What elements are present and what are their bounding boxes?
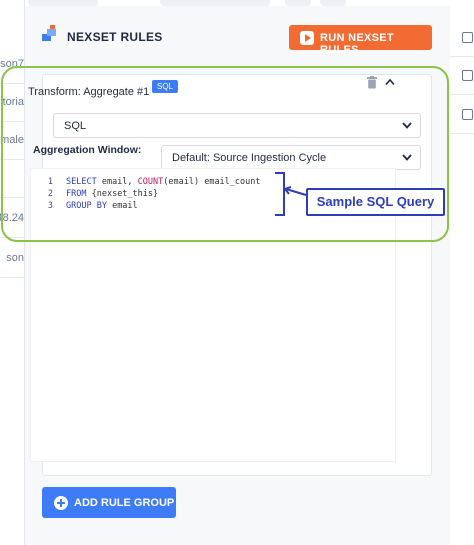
row-divider <box>450 94 474 95</box>
left-cell: son <box>0 240 24 278</box>
panel-title: NEXSET RULES <box>67 30 163 44</box>
add-rule-group-label: ADD RULE GROUP <box>74 497 175 509</box>
sample-sql-callout: Sample SQL Query <box>306 188 445 216</box>
play-icon <box>300 31 314 45</box>
add-rule-group-button[interactable]: ADD RULE GROUP <box>42 487 176 518</box>
plus-circle-icon <box>54 496 68 510</box>
panel-header: NEXSET RULES RUN NEXSET RULES <box>25 6 450 62</box>
row-checkbox[interactable] <box>462 109 473 120</box>
run-nexset-rules-button[interactable]: RUN NEXSET RULES <box>289 25 432 56</box>
row-checkbox[interactable] <box>462 32 473 43</box>
annotation-arrow-icon <box>283 186 307 196</box>
nexset-logo-icon <box>42 25 56 41</box>
row-checkbox[interactable] <box>462 70 473 81</box>
row-divider <box>450 133 474 134</box>
run-button-label: RUN NEXSET RULES <box>320 32 394 56</box>
row-divider <box>450 56 474 57</box>
right-table-strip <box>450 0 474 545</box>
